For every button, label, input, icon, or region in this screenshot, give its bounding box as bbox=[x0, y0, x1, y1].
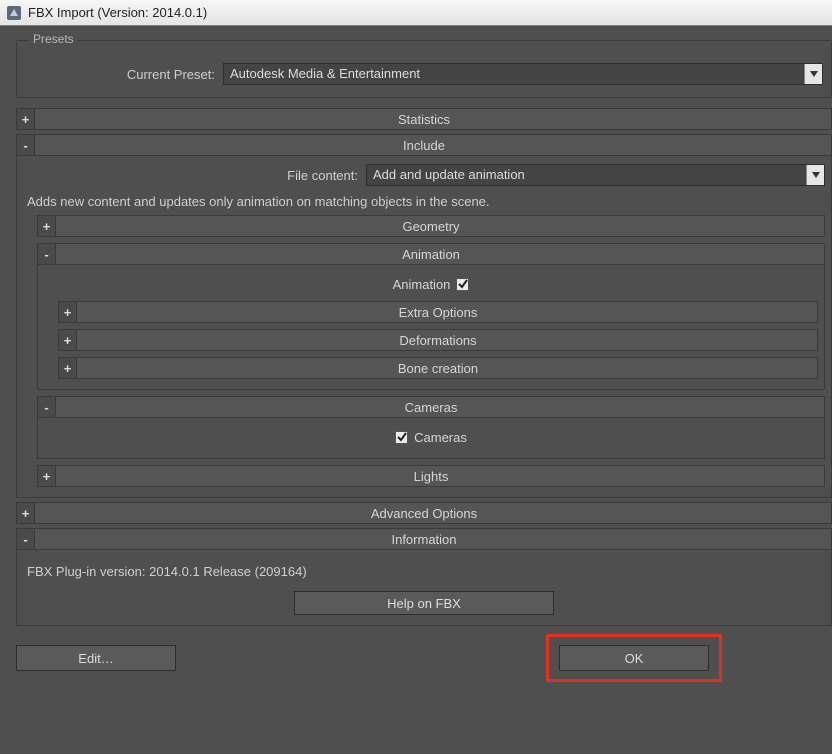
ok-button-highlight: OK bbox=[546, 634, 722, 682]
section-deformations[interactable]: + Deformations bbox=[58, 329, 818, 351]
footer: Edit… OK bbox=[16, 636, 832, 680]
window-title: FBX Import (Version: 2014.0.1) bbox=[28, 5, 207, 20]
include-body: File content: Add and update animation A… bbox=[16, 156, 832, 498]
section-deformations-title: Deformations bbox=[399, 333, 476, 348]
expand-icon: + bbox=[38, 216, 56, 236]
current-preset-label: Current Preset: bbox=[25, 67, 215, 82]
animation-body: Animation + Extra Options bbox=[37, 265, 825, 390]
ok-button[interactable]: OK bbox=[559, 645, 709, 671]
expand-icon: + bbox=[59, 358, 77, 378]
section-advanced-options-title: Advanced Options bbox=[371, 506, 477, 521]
section-information-title: Information bbox=[391, 532, 456, 547]
expand-icon: + bbox=[38, 466, 56, 486]
app-icon bbox=[6, 5, 22, 21]
client-area: Presets Current Preset: Autodesk Media &… bbox=[0, 26, 832, 754]
titlebar[interactable]: FBX Import (Version: 2014.0.1) bbox=[0, 0, 832, 26]
file-content-label: File content: bbox=[23, 168, 358, 183]
section-include-title: Include bbox=[403, 138, 445, 153]
cameras-checkbox-label: Cameras bbox=[414, 430, 467, 445]
expand-icon: + bbox=[59, 302, 77, 322]
collapse-icon: - bbox=[17, 529, 35, 549]
section-animation[interactable]: - Animation bbox=[37, 243, 825, 265]
section-statistics[interactable]: + Statistics bbox=[16, 108, 832, 130]
current-preset-select[interactable]: Autodesk Media & Entertainment bbox=[223, 63, 823, 85]
collapse-icon: - bbox=[38, 244, 56, 264]
section-advanced-options[interactable]: + Advanced Options bbox=[16, 502, 832, 524]
section-extra-options[interactable]: + Extra Options bbox=[58, 301, 818, 323]
section-statistics-title: Statistics bbox=[398, 112, 450, 127]
expand-icon: + bbox=[17, 109, 35, 129]
file-content-description: Adds new content and updates only animat… bbox=[23, 192, 825, 209]
section-lights-title: Lights bbox=[414, 469, 449, 484]
presets-group: Presets Current Preset: Autodesk Media &… bbox=[16, 40, 832, 98]
animation-checkbox-label: Animation bbox=[393, 277, 451, 292]
plugin-version-text: FBX Plug-in version: 2014.0.1 Release (2… bbox=[23, 558, 825, 579]
cameras-body: Cameras bbox=[37, 418, 825, 459]
chevron-down-icon bbox=[806, 165, 824, 185]
collapse-icon: - bbox=[17, 135, 35, 155]
cameras-checkbox[interactable] bbox=[395, 431, 408, 444]
file-content-select[interactable]: Add and update animation bbox=[366, 164, 825, 186]
section-bone-creation-title: Bone creation bbox=[398, 361, 478, 376]
presets-legend: Presets bbox=[29, 32, 78, 46]
chevron-down-icon bbox=[804, 64, 822, 84]
section-geometry-title: Geometry bbox=[402, 219, 459, 234]
animation-checkbox[interactable] bbox=[456, 278, 469, 291]
expand-icon: + bbox=[59, 330, 77, 350]
collapse-icon: - bbox=[38, 397, 56, 417]
information-body: FBX Plug-in version: 2014.0.1 Release (2… bbox=[16, 550, 832, 626]
file-content-value: Add and update animation bbox=[367, 165, 806, 185]
section-cameras[interactable]: - Cameras bbox=[37, 396, 825, 418]
fbx-import-window: FBX Import (Version: 2014.0.1) Presets C… bbox=[0, 0, 832, 754]
section-bone-creation[interactable]: + Bone creation bbox=[58, 357, 818, 379]
section-geometry[interactable]: + Geometry bbox=[37, 215, 825, 237]
section-animation-title: Animation bbox=[402, 247, 460, 262]
section-include[interactable]: - Include bbox=[16, 134, 832, 156]
section-extra-options-title: Extra Options bbox=[399, 305, 478, 320]
expand-icon: + bbox=[17, 503, 35, 523]
help-on-fbx-button[interactable]: Help on FBX bbox=[294, 591, 554, 615]
section-cameras-title: Cameras bbox=[405, 400, 458, 415]
section-lights[interactable]: + Lights bbox=[37, 465, 825, 487]
current-preset-value: Autodesk Media & Entertainment bbox=[224, 64, 804, 84]
section-information[interactable]: - Information bbox=[16, 528, 832, 550]
edit-button[interactable]: Edit… bbox=[16, 645, 176, 671]
